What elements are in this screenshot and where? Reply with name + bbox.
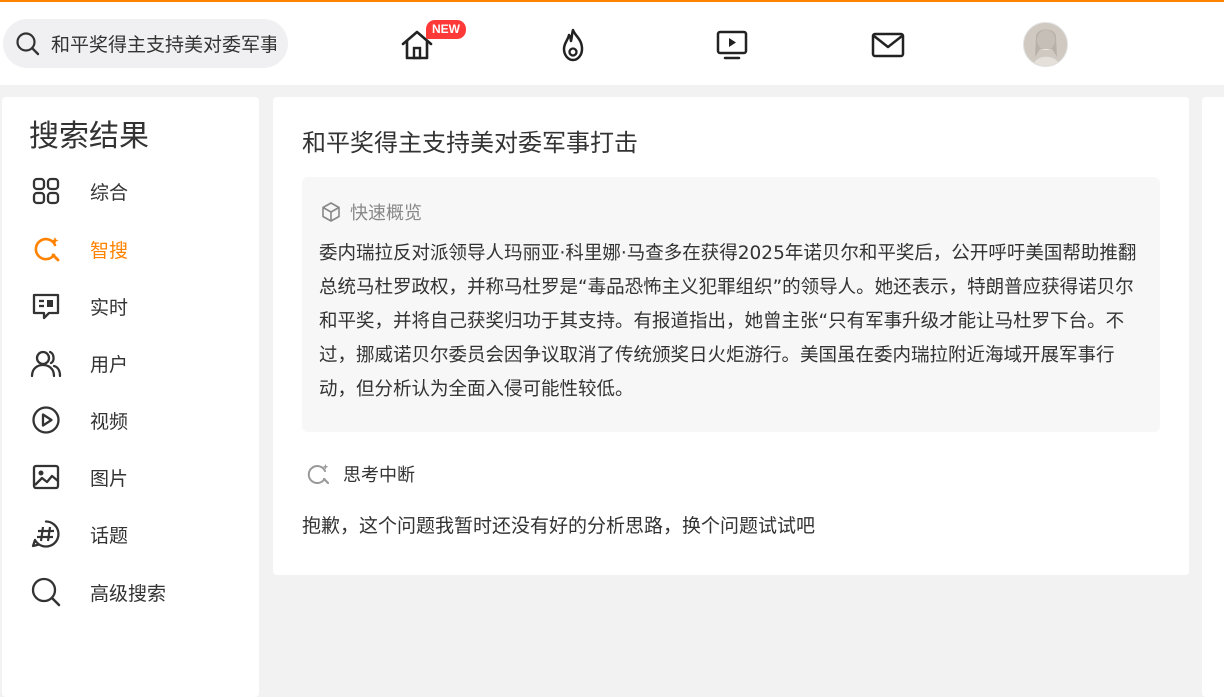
sidebar-title: 搜索结果: [29, 119, 149, 154]
top-bar: NEW: [0, 0, 1224, 85]
sidebar-item-users[interactable]: 用户: [30, 343, 250, 383]
sidebar-item-realtime[interactable]: 实时: [30, 286, 250, 326]
video-icon: [716, 30, 748, 60]
smart-search-icon: [34, 237, 60, 262]
sidebar-item-label: 综合: [90, 181, 129, 204]
sidebar: 搜索结果 综合 智搜 实时 用户 视频 图片 话题 高级搜索: [2, 97, 259, 697]
quick-overview-text: 委内瑞拉反对派领导人玛丽亚·科里娜·马查多在获得2025年诺贝尔和平奖后，公开呼…: [319, 243, 1137, 400]
search-icon: [16, 31, 40, 55]
grid-icon: [32, 177, 60, 205]
quick-overview-heading: 快速概览: [350, 203, 422, 224]
image-icon: [32, 464, 60, 490]
nav-hot[interactable]: [553, 24, 593, 66]
realtime-icon: [32, 293, 60, 320]
sidebar-item-label: 高级搜索: [90, 582, 167, 605]
sidebar-item-label: 智搜: [90, 239, 129, 262]
sidebar-item-all[interactable]: 综合: [30, 171, 250, 211]
nav-video[interactable]: [712, 24, 752, 66]
mail-icon: [871, 32, 905, 58]
sidebar-item-label: 话题: [90, 524, 129, 547]
sidebar-item-images[interactable]: 图片: [30, 457, 250, 497]
sidebar-item-video[interactable]: 视频: [30, 400, 250, 440]
search-icon: [31, 577, 61, 607]
nav-mail[interactable]: [868, 24, 908, 66]
fire-icon: [562, 28, 584, 62]
sidebar-item-advanced-search[interactable]: 高级搜索: [30, 572, 250, 612]
avatar-image: [1024, 23, 1067, 66]
hashtag-icon: [31, 520, 60, 548]
sidebar-item-label: 视频: [90, 410, 129, 433]
new-badge: NEW: [426, 20, 466, 39]
sidebar-item-label: 实时: [90, 296, 129, 319]
sidebar-item-smart-search[interactable]: 智搜: [30, 229, 250, 269]
sidebar-item-topics[interactable]: 话题: [30, 514, 250, 554]
quick-overview-header: 快速概览: [320, 199, 422, 225]
play-icon: [32, 406, 60, 434]
cube-icon: [322, 202, 340, 222]
thinking-icon: [307, 464, 330, 485]
users-icon: [30, 350, 62, 378]
thinking-status-label: 思考中断: [343, 465, 415, 486]
right-panel: [1202, 97, 1224, 697]
answer-text: 抱歉，这个问题我暂时还没有好的分析思路，换个问题试试吧: [302, 515, 816, 537]
avatar[interactable]: [1023, 22, 1068, 67]
search-input[interactable]: [51, 32, 276, 55]
quick-overview: 快速概览 委内瑞拉反对派领导人玛丽亚·科里娜·马查多在获得2025年诺贝尔和平奖…: [302, 177, 1160, 432]
thinking-status: 思考中断: [305, 461, 415, 487]
smart-search-card: 和平奖得主支持美对委军事打击 快速概览 委内瑞拉反对派领导人玛丽亚·科里娜·马查…: [273, 97, 1189, 575]
sidebar-item-label: 图片: [90, 467, 129, 490]
result-title: 和平奖得主支持美对委军事打击: [302, 129, 638, 157]
search-box[interactable]: [3, 19, 288, 68]
sidebar-item-label: 用户: [90, 353, 129, 376]
